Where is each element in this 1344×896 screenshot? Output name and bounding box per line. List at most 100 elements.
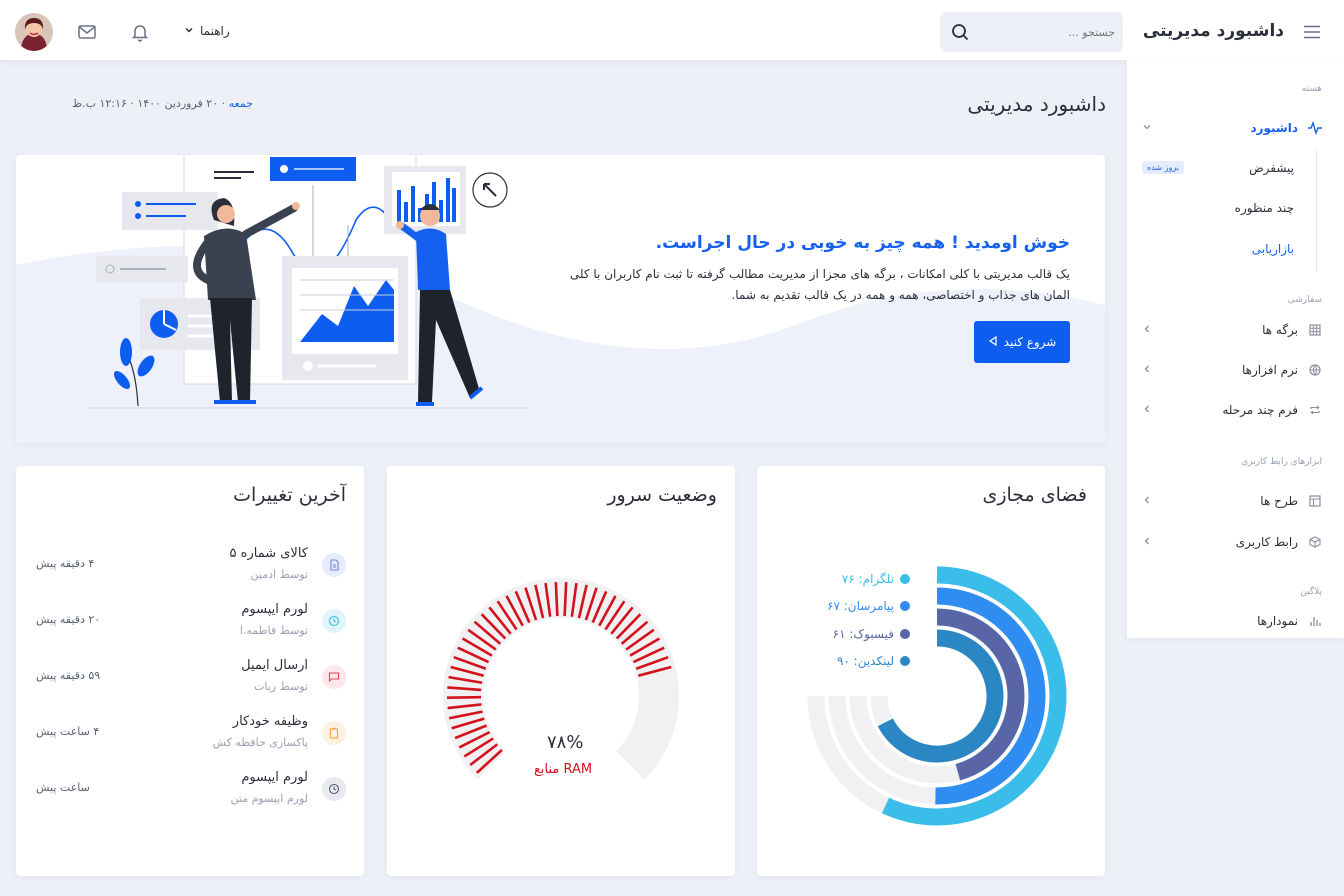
date-day: جمعه <box>228 97 253 110</box>
item-time: ۵۹ دقیقه پیش <box>36 669 101 682</box>
submenu-line <box>1316 150 1317 272</box>
list-item[interactable]: لورم ایپسوم توسط فاطمه.ا ۲۰ دقیقه پیش <box>36 600 346 644</box>
legend-label: تلگرام: ۷۶ <box>841 572 894 586</box>
chevron-left-icon <box>1142 403 1152 417</box>
sidebar-section-ui-tools: ابزارهای رابط کاربری <box>1241 457 1322 467</box>
list-item[interactable]: لورم ایپسوم لورم ایپسوم متن ساعت پیش <box>36 768 346 812</box>
item-subtitle: لورم ایپسوم متن <box>230 792 308 805</box>
button-label: شروع کنید <box>1003 335 1057 349</box>
search-box <box>940 12 1123 52</box>
sidebar-item-dashboard[interactable]: داشبورد <box>1142 116 1322 140</box>
legend-item: پیامرسان: ۶۷ <box>827 599 910 613</box>
social-card: فضای مجازی تلگرام: ۷۶ پیامرسان: ۶۷ فیسبو… <box>757 466 1105 876</box>
sidebar-item-label: داشبورد <box>1250 121 1298 135</box>
send-icon <box>988 335 998 349</box>
legend-label: فیسبوک: ۶۱ <box>832 627 894 641</box>
sidebar-sub-multipurpose[interactable]: چند منظوره <box>1235 201 1294 215</box>
legend-dot <box>900 656 910 666</box>
item-subtitle: توسط ادمین <box>250 568 308 581</box>
latest-changes-card: آخرین تغییرات کالای شماره ۵ توسط ادمین ۴ د… <box>16 466 364 876</box>
get-started-button[interactable]: شروع کنید <box>974 321 1070 363</box>
chevron-down-icon <box>1142 121 1152 135</box>
item-title: ارسال ایمیل <box>241 658 308 673</box>
item-title: لورم ایپسوم <box>241 602 308 617</box>
sidebar-item-layouts[interactable]: طرح ها <box>1142 489 1322 513</box>
radial-bar-chart <box>807 566 1067 826</box>
gauge-tick <box>563 582 568 617</box>
date-text: · ۲۰ فروردین ۱۴۰۰ · ۱۲:۱۶ ب.ظ <box>72 97 226 110</box>
item-time: ۲۰ دقیقه پیش <box>36 613 101 626</box>
sidebar-item-charts[interactable]: نمودارها <box>1142 609 1322 633</box>
legend-label: لینکدین: ۹۰ <box>836 654 894 668</box>
item-time: ۴ دقیقه پیش <box>36 557 95 570</box>
activity-icon <box>1308 121 1322 135</box>
legend-dot <box>900 629 910 639</box>
item-subtitle: توسط فاطمه.ا <box>239 624 308 637</box>
dashboard-illustration <box>86 155 526 409</box>
sidebar-item-label: طرح ها <box>1260 494 1298 508</box>
list-item[interactable]: ارسال ایمیل توسط ربات ۵۹ دقیقه پیش <box>36 656 346 700</box>
sidebar-item-ui[interactable]: رابط کاربری <box>1142 530 1322 554</box>
doc-icon <box>322 553 346 577</box>
user-avatar[interactable] <box>15 13 53 51</box>
banner-text: یک قالب مدیریتی با کلی امکانات ، برگه ها… <box>569 267 1070 302</box>
list-item[interactable]: وظیفه خودکار پاکسازی حافظه کش ۴ ساعت پیش <box>36 712 346 756</box>
item-title: کالای شماره ۵ <box>229 546 308 561</box>
list-item[interactable]: کالای شماره ۵ توسط ادمین ۴ دقیقه پیش <box>36 544 346 588</box>
mail-icon[interactable] <box>77 22 97 42</box>
chevron-left-icon <box>1142 363 1152 377</box>
bell-icon[interactable] <box>130 22 150 42</box>
package-icon <box>1308 535 1322 549</box>
sidebar-section-core: هسته <box>1301 84 1322 94</box>
clipboard-icon <box>322 721 346 745</box>
repeat-icon <box>1308 403 1322 417</box>
item-time: ساعت پیش <box>36 781 90 794</box>
layout-icon <box>1308 494 1322 508</box>
gauge-tick <box>554 582 559 617</box>
sidebar-item-label: نرم افزارها <box>1241 363 1298 377</box>
date-display: جمعه · ۲۰ فروردین ۱۴۰۰ · ۱۲:۱۶ ب.ظ <box>72 97 253 110</box>
legend-dot <box>900 574 910 584</box>
legend-item: تلگرام: ۷۶ <box>842 572 910 586</box>
sidebar-item-software[interactable]: نرم افزارها <box>1142 358 1322 382</box>
grid-icon <box>1308 323 1322 337</box>
menu-icon[interactable] <box>1304 24 1320 39</box>
item-title: وظیفه خودکار <box>232 714 308 729</box>
help-label: راهنما <box>200 24 230 38</box>
sidebar-item-multistep-form[interactable]: فرم چند مرحله <box>1142 398 1322 422</box>
brand-title: داشبورد مدیریتی <box>1142 21 1284 41</box>
legend-dot <box>900 601 910 611</box>
clock-icon <box>322 609 346 633</box>
item-time: ۴ ساعت پیش <box>36 725 100 738</box>
sidebar: هسته داشبورد پیشفرض بروز شده چند منظوره … <box>1127 60 1344 638</box>
gauge-label: منابع RAM <box>534 762 593 777</box>
chevron-left-icon <box>1142 535 1152 549</box>
legend-label: پیامرسان: ۶۷ <box>827 599 894 613</box>
help-dropdown[interactable]: راهنما <box>184 24 230 38</box>
gauge-value: ۷۸% <box>547 732 584 753</box>
sidebar-item-label: برگه ها <box>1262 323 1298 337</box>
clock-icon <box>322 777 346 801</box>
item-subtitle: پاکسازی حافظه کش <box>212 736 308 749</box>
welcome-banner: خوش اومدید ! همه چیز به خوبی در حال اجرا… <box>16 155 1105 443</box>
search-input[interactable] <box>980 12 1115 52</box>
item-title: لورم ایپسوم <box>241 770 308 785</box>
gauge-tick <box>446 695 482 700</box>
chevron-left-icon <box>1142 494 1152 508</box>
globe-icon <box>1308 363 1322 377</box>
sidebar-item-label: نمودارها <box>1257 614 1298 628</box>
server-status-card: وضعیت سرور ۷۸% منابع RAM <box>387 466 735 876</box>
sidebar-sub-default[interactable]: پیشفرض <box>1249 161 1294 175</box>
sidebar-sub-marketing[interactable]: بازاریابی <box>1252 242 1294 256</box>
sidebar-item-label: رابط کاربری <box>1235 535 1298 549</box>
page-title: داشبورد مدیریتی <box>967 92 1106 116</box>
search-icon[interactable] <box>950 22 970 46</box>
legend-item: لینکدین: ۹۰ <box>837 654 910 668</box>
status-badge: بروز شده <box>1142 161 1185 174</box>
ram-gauge <box>443 578 679 780</box>
message-icon <box>322 665 346 689</box>
chevron-down-icon <box>184 24 194 38</box>
sidebar-item-pages[interactable]: برگه ها <box>1142 318 1322 342</box>
chevron-left-icon <box>1142 323 1152 337</box>
bar-chart-icon <box>1308 614 1322 628</box>
